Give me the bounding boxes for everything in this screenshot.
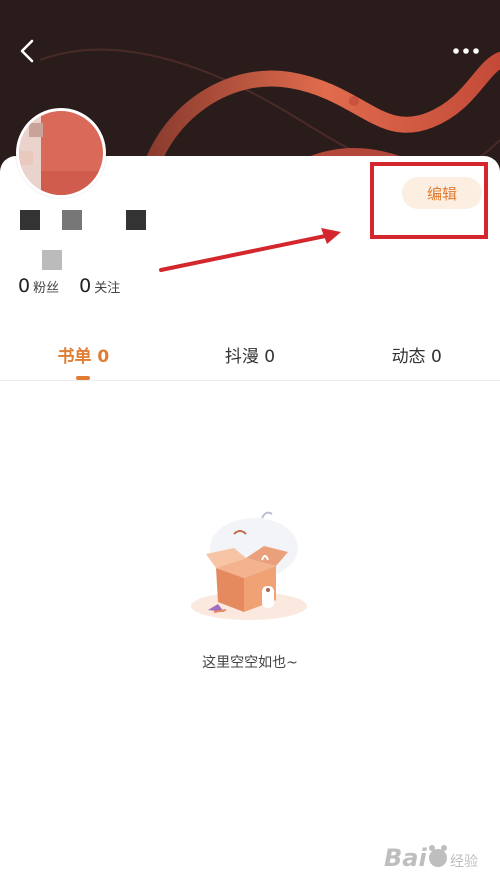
more-options-button[interactable] [446, 34, 486, 68]
profile-stats: 0 粉丝 0 关注 [18, 275, 140, 303]
empty-state-message: 这里空空如也~ [202, 655, 298, 671]
tab-comics[interactable]: 抖漫 0 [167, 340, 334, 380]
active-tab-indicator [76, 376, 91, 380]
followers-stat[interactable]: 0 粉丝 [18, 275, 59, 297]
tab-activity-label: 动态 0 [391, 347, 442, 367]
followers-count: 0 [18, 275, 31, 297]
tab-activity[interactable]: 动态 0 [333, 340, 500, 380]
content-tabs: 书单 0 抖漫 0 动态 0 [0, 340, 500, 381]
followers-label: 粉丝 [33, 281, 60, 296]
tab-booklists-label: 书单 0 [57, 347, 110, 367]
svg-text:Bai: Bai [384, 844, 427, 872]
annotation-arrow-icon [159, 228, 341, 272]
back-button[interactable] [10, 34, 44, 68]
empty-box-illustration [191, 511, 307, 620]
following-stat[interactable]: 0 关注 [79, 275, 120, 297]
avatar[interactable] [16, 108, 106, 198]
tab-comics-label: 抖漫 0 [224, 347, 276, 367]
watermark-logo: Bai 经验 [382, 836, 494, 884]
username-redacted [20, 210, 160, 270]
svg-text:经验: 经验 [450, 854, 478, 870]
tab-booklists[interactable]: 书单 0 [0, 340, 167, 380]
annotation-highlight-box [370, 162, 488, 239]
chevron-left-icon [20, 39, 34, 63]
following-label: 关注 [94, 281, 121, 296]
more-horizontal-icon [453, 48, 479, 54]
following-count: 0 [79, 275, 92, 297]
